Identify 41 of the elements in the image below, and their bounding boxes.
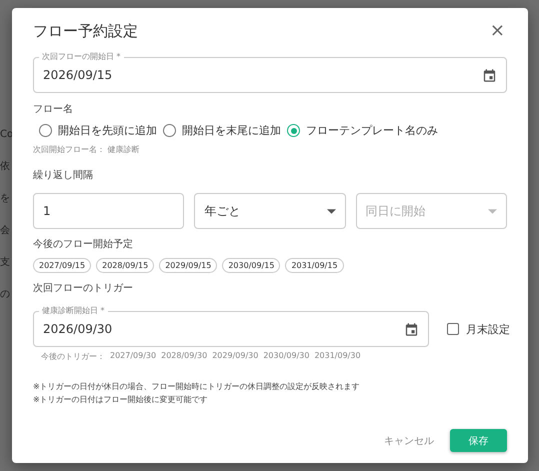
date-chip: 2027/09/15 [33,258,92,273]
close-button[interactable]: × [488,22,507,40]
calendar-icon[interactable] [404,322,419,336]
field-value: 2026/09/15 [43,68,114,82]
trigger-date: 2027/09/30 [110,351,156,362]
background-text: 依 [0,160,11,174]
background-text: 支 [0,256,11,270]
section-label: 今後のフロー開始予定 [33,238,134,252]
radio-option[interactable]: 開始日を先頭に追加 [39,123,157,138]
field-label: 次回フローの開始日 * [39,51,124,63]
section-label: フロー名 [33,103,74,117]
month-end-checkbox[interactable]: 月末設定 [447,322,510,336]
section-label: 繰り返し間隔 [33,169,94,183]
select-field[interactable]: 年ごと [194,193,346,229]
date-chip: 2028/09/15 [96,258,154,273]
background-text: Co [0,128,12,142]
background-text: 会 [0,224,11,238]
cancel-button[interactable]: キャンセル [380,430,438,452]
hint-label: 今後のトリガー： [41,351,105,362]
radio-option[interactable]: フローテンプレート名のみ [287,123,438,138]
section-label: 次回フローのトリガー [33,282,134,296]
date-chip: 2031/09/15 [285,258,344,273]
date-chip: 2029/09/15 [159,258,218,273]
background-text: を [0,192,11,206]
trigger-date: 2029/09/30 [212,351,258,362]
calendar-icon[interactable] [482,68,497,82]
radio-option[interactable]: 開始日を末尾に追加 [163,123,281,138]
field-value: 2026/09/30 [43,322,114,336]
trigger-date: 2030/09/30 [263,351,310,362]
note-text: ※トリガーの日付はフロー開始後に変更可能です [33,394,209,406]
dialog-title: フロー予約設定 [33,22,138,40]
caret-icon [326,208,336,214]
field-label: 健康診断開始日 * [39,305,108,317]
date-chip: 2030/09/15 [222,258,280,273]
trigger-date: 2031/09/30 [314,351,361,362]
note-text: ※トリガーの日付が休日の場合、フロー開始時にトリガーの休日調整の設定が反映されます [33,381,361,393]
caret-icon [488,208,497,214]
hint-text: 次回開始フロー名： 健康診断 [33,144,141,155]
background-text: の [0,288,11,302]
input-field[interactable]: 1 [33,193,184,229]
trigger-date: 2028/09/30 [161,351,208,362]
